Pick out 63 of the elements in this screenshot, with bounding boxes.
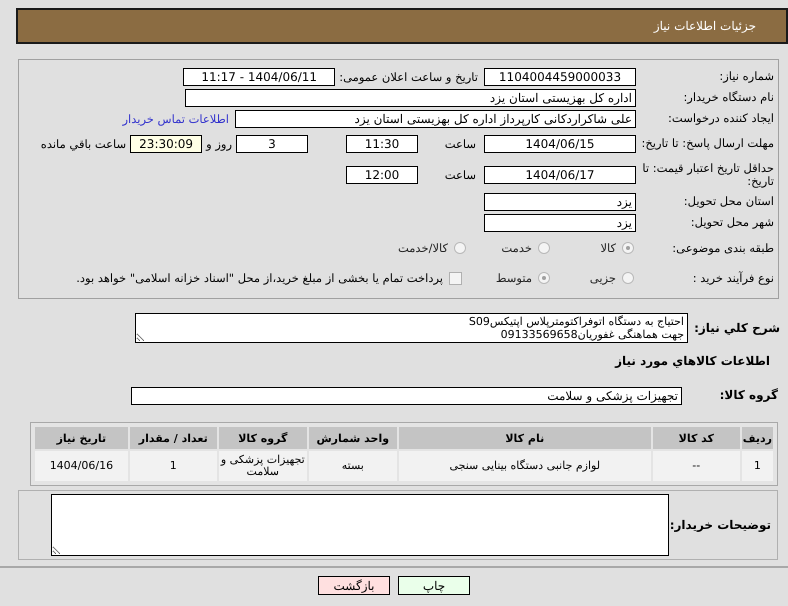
field-label: مهلت ارسال پاسخ: تا تاریخ:	[640, 137, 775, 150]
description-textarea[interactable]: احتیاج به دستگاه اتوفراکتومترپلاس اپتیکسS09 جهت هماهنگی غفوریان09133569658	[135, 313, 688, 343]
field-label: شرح کلي نیاز:	[693, 322, 780, 334]
option-label: کالا	[599, 241, 616, 255]
time-field[interactable]: 12:00	[346, 166, 418, 184]
field-label: استان محل تحویل:	[682, 195, 775, 208]
field-label: ساعت	[444, 136, 476, 150]
radio-button[interactable]	[454, 242, 466, 254]
remaining-time-field[interactable]: 23:30:09	[130, 134, 202, 152]
field-label: گروه کالا:	[718, 389, 778, 402]
column-header: تاریخ نیاز	[35, 427, 128, 449]
field-label: شهر محل تحویل:	[690, 216, 775, 229]
column-header: نام کالا	[398, 427, 651, 449]
table-cell: 1404/06/16	[35, 451, 128, 481]
treasury-note: پرداخت تمام یا بخشی از مبلغ خرید،از محل "اسناد خزانه اسلامی" خواهد بود.	[76, 271, 443, 285]
goods-group-field[interactable]: تجهیزات پزشکی و سلامت	[131, 386, 682, 404]
field-label: نام دستگاه خریدار:	[682, 91, 775, 104]
field-label: نوع فرآیند خرید :	[692, 272, 775, 284]
field-label: تاریخ و ساعت اعلان عمومی:	[339, 70, 478, 84]
table-cell: 1	[742, 451, 773, 481]
column-header: واحد شمارش	[308, 427, 397, 449]
column-header: گروه کالا	[218, 427, 307, 449]
radio-button[interactable]	[538, 242, 550, 254]
field-label: ایجاد کننده درخواست:	[667, 112, 775, 125]
field-label: روز و	[206, 136, 232, 150]
table-cell: لوازم جانبی دستگاه بینایی سنجی	[398, 451, 651, 481]
field-label: ساعت	[444, 168, 476, 182]
option-label: جزیی	[588, 271, 616, 285]
radio-button[interactable]	[538, 272, 550, 284]
creator-field[interactable]: علی شاکراردکانی کارپرداز اداره کل بهزیستی استان یزد	[235, 110, 636, 128]
time-field[interactable]: 11:30	[346, 134, 418, 152]
date-field[interactable]: 1404/06/15	[484, 134, 636, 152]
section-title: اطلاعات کالاهاي مورد نیاز	[614, 353, 771, 370]
field-label: طبقه بندی موضوعی:	[671, 242, 775, 254]
buyer-contact-link[interactable]: اطلاعات تماس خریدار	[122, 112, 229, 126]
table-cell: بسته	[308, 451, 397, 481]
days-field[interactable]: 3	[236, 134, 308, 152]
announce-date-field[interactable]: 1404/06/11 - 11:17	[183, 68, 336, 86]
radio-button[interactable]	[622, 272, 634, 284]
field-label: ساعت باقي مانده	[40, 136, 126, 150]
column-header: کد کالا	[652, 427, 740, 449]
option-label: متوسط	[494, 271, 532, 285]
field-label: شماره نیاز:	[718, 70, 775, 83]
table-cell: 1	[130, 451, 217, 481]
buyer-notes-textarea[interactable]	[51, 494, 669, 556]
option-label: خدمت	[500, 241, 532, 255]
date-field[interactable]: 1404/06/17	[484, 166, 636, 184]
city-field[interactable]: یزد	[484, 214, 636, 232]
column-header: تعداد / مقدار	[130, 427, 217, 449]
table-cell: --	[652, 451, 740, 481]
field-label: حداقل تاریخ اعتبار قیمت: تا تاریخ:	[641, 162, 775, 188]
province-field[interactable]: یزد	[484, 192, 636, 210]
need-number-field[interactable]: 1104004459000033	[484, 68, 636, 86]
checkbox[interactable]	[449, 272, 462, 284]
print-button[interactable]: چاپ	[398, 576, 470, 595]
column-header: ردیف	[742, 427, 773, 449]
option-label: کالا/خدمت	[396, 241, 448, 255]
table-cell: تجهیزات پزشکی و سلامت	[218, 451, 307, 481]
back-button[interactable]: بازگشت	[318, 576, 390, 595]
field-label: توضیحات خریدار:	[669, 518, 772, 532]
page-title: جزئیات اطلاعات نیاز	[654, 19, 756, 33]
buyer-field[interactable]: اداره کل بهزیستی استان یزد	[185, 88, 636, 106]
radio-button[interactable]	[622, 242, 634, 254]
